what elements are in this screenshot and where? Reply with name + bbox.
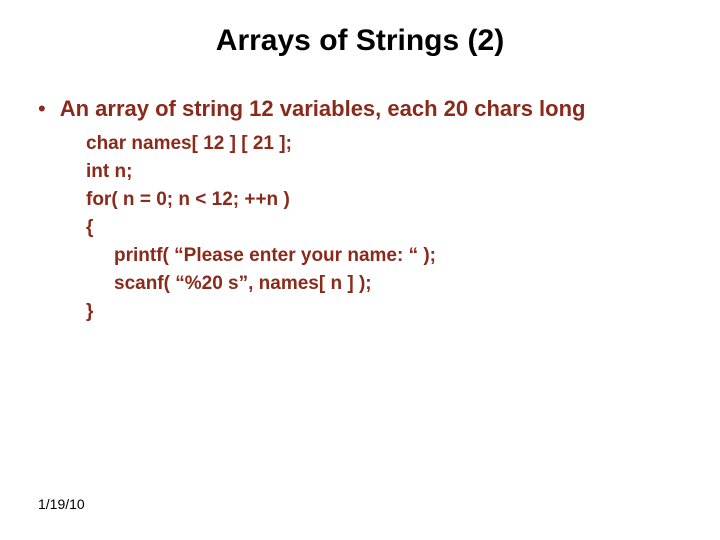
code-line: char names[ 12 ] [ 21 ]; xyxy=(86,130,720,158)
bullet-text: An array of string 12 variables, each 20… xyxy=(60,96,586,122)
footer-date: 1/19/10 xyxy=(38,496,85,512)
code-line: for( n = 0; n < 12; ++n ) xyxy=(86,186,720,214)
bullet-item: • An array of string 12 variables, each … xyxy=(0,96,720,122)
code-block: char names[ 12 ] [ 21 ]; int n; for( n =… xyxy=(0,122,720,326)
slide-title: Arrays of Strings (2) xyxy=(0,0,720,96)
bullet-icon: • xyxy=(38,98,46,120)
code-line: } xyxy=(86,298,720,326)
code-line: int n; xyxy=(86,158,720,186)
code-line: { xyxy=(86,214,720,242)
code-line: printf( “Please enter your name: “ ); xyxy=(86,242,720,270)
code-line: scanf( “%20 s”, names[ n ] ); xyxy=(86,270,720,298)
